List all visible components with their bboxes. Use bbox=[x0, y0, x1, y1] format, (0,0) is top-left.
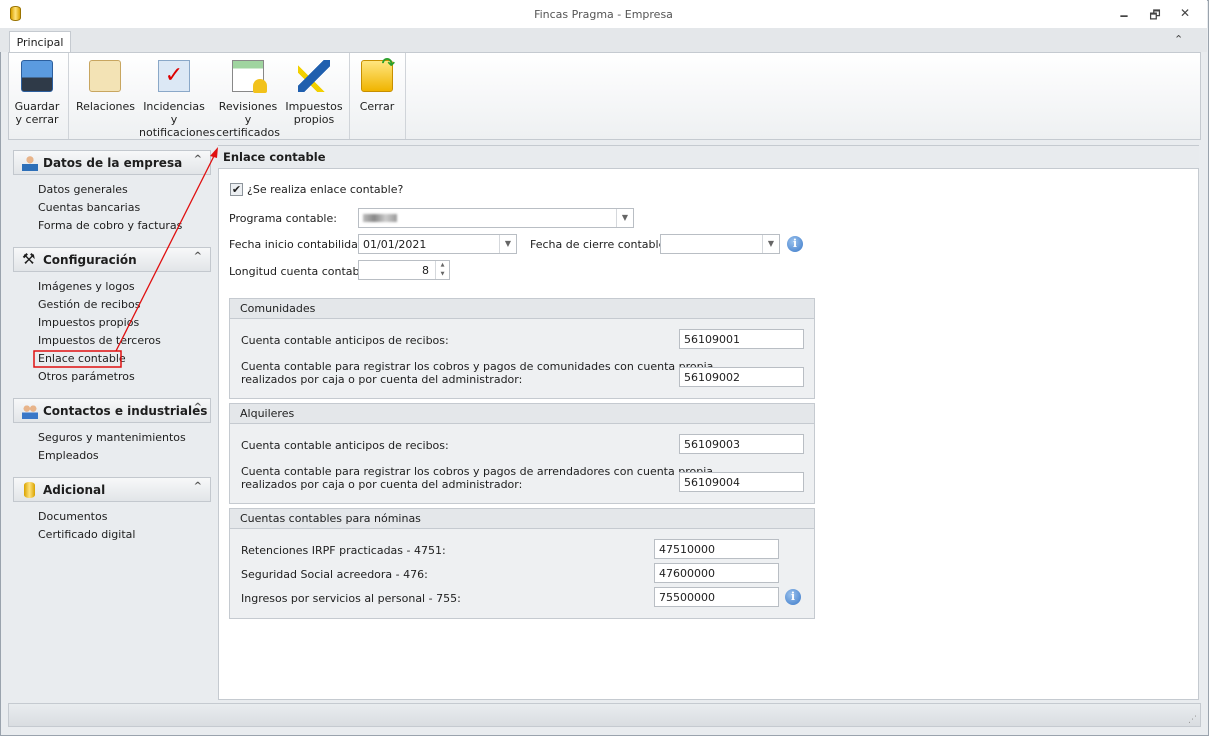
annotation-arrow bbox=[115, 153, 216, 352]
annotation-overlay bbox=[33, 147, 218, 368]
annotation-highlight-box bbox=[33, 350, 122, 368]
annotation-arrowhead bbox=[210, 147, 218, 158]
